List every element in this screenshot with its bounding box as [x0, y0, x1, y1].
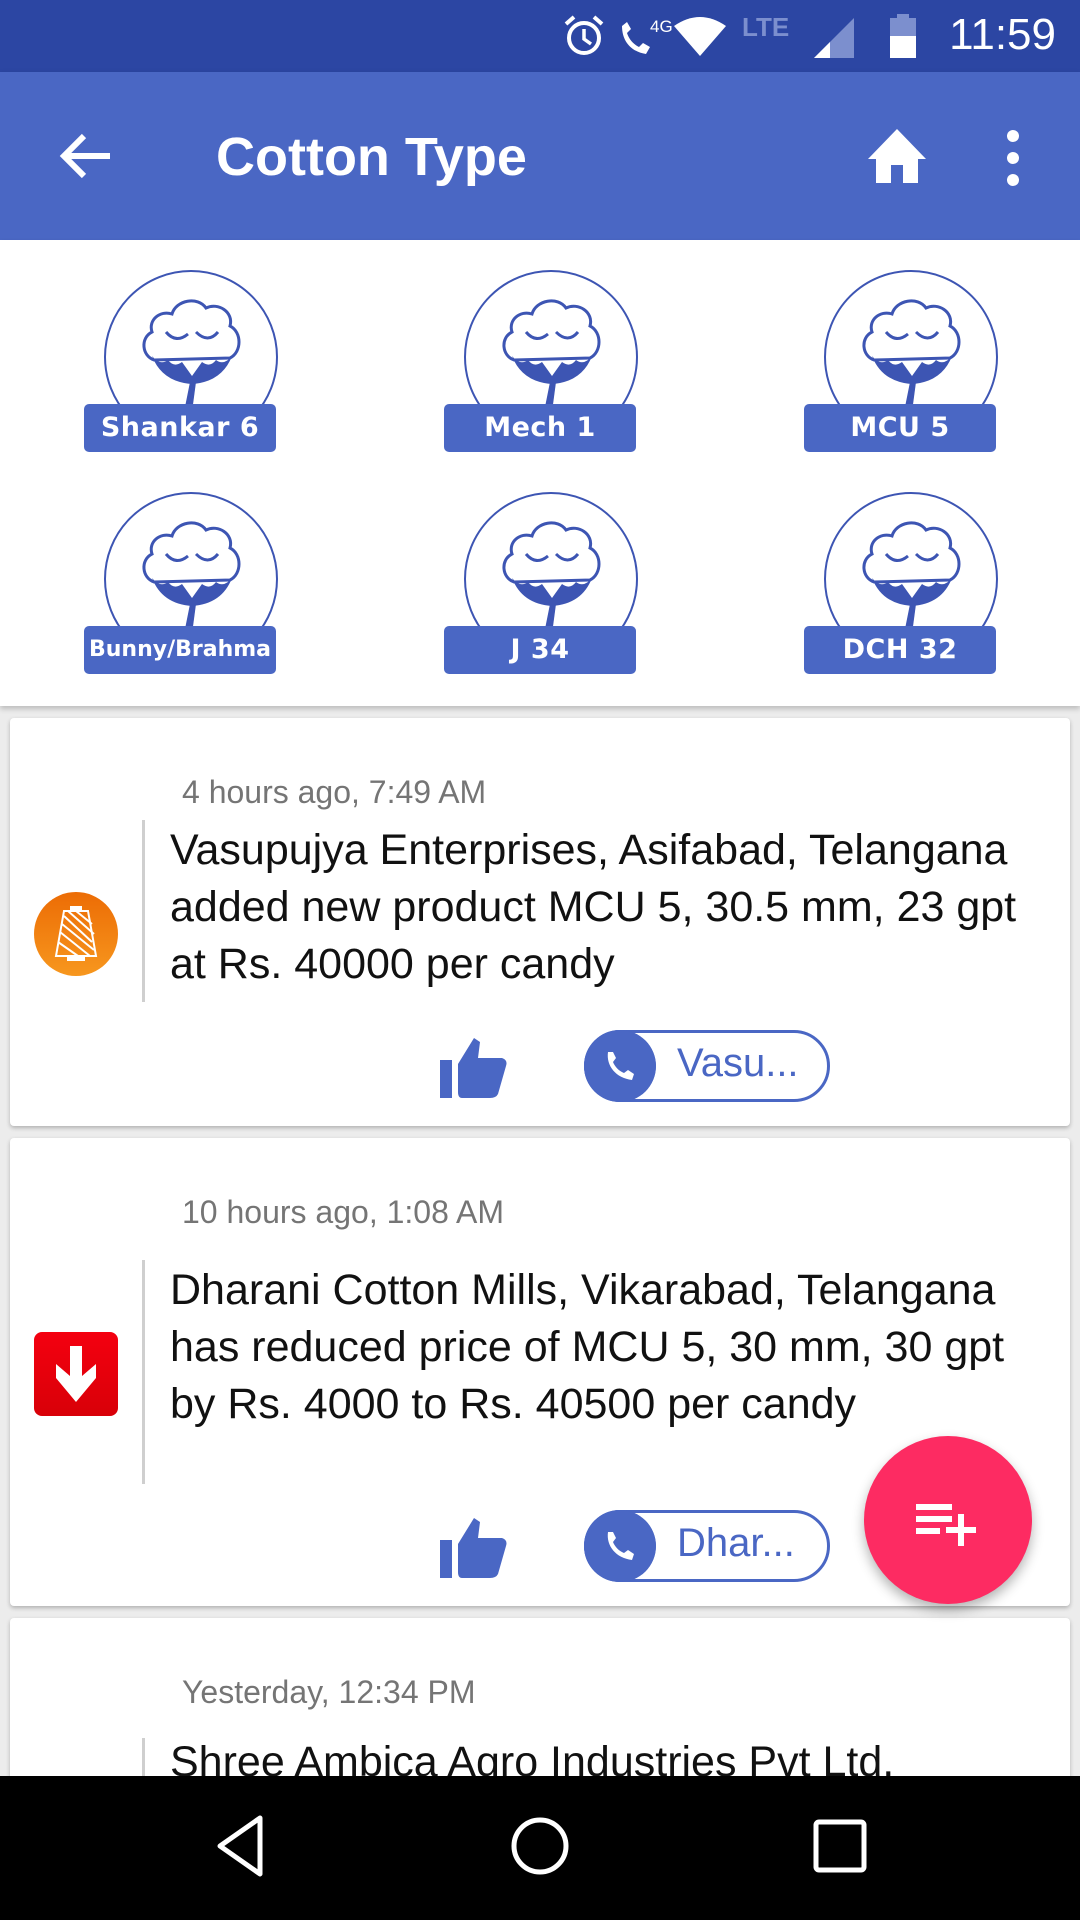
nav-recents-icon[interactable]	[810, 1814, 870, 1878]
feed-timestamp: 4 hours ago, 7:49 AM	[182, 774, 487, 810]
wifi-icon	[674, 17, 726, 56]
cotton-type-grid: Shankar 6 Mech 1 MCU 5 Bunny/Brahma J 34…	[0, 240, 1080, 706]
arrow-back-icon[interactable]	[54, 124, 118, 188]
yarn-cone-icon	[34, 892, 118, 976]
call-label: Vasu...	[677, 1041, 799, 1085]
feed-card: 4 hours ago, 7:49 AM Vasupujya Enterpris…	[10, 718, 1070, 1126]
cotton-type-mcu-5[interactable]: MCU 5	[804, 270, 1004, 460]
system-nav-bar	[0, 1776, 1080, 1920]
app-bar: Cotton Type	[0, 72, 1080, 240]
nav-back-icon[interactable]	[214, 1814, 270, 1878]
svg-text:4G: 4G	[650, 17, 672, 36]
more-vert-icon[interactable]	[998, 128, 1028, 188]
type-label: J 34	[444, 626, 636, 674]
phone-icon	[584, 1510, 656, 1582]
divider	[142, 820, 145, 1002]
cotton-boll-icon	[502, 299, 601, 414]
feed-timestamp: Yesterday, 12:34 PM	[182, 1674, 476, 1710]
alarm-icon	[564, 15, 604, 55]
feed-card: Yesterday, 12:34 PM Shree Ambica Agro In…	[10, 1618, 1070, 1776]
feed-message: Shree Ambica Agro Industries Pvt Ltd,	[170, 1738, 895, 1776]
status-time: 11:59	[949, 10, 1056, 59]
divider	[142, 1738, 145, 1776]
cotton-type-bunny-brahma[interactable]: Bunny/Brahma	[84, 492, 284, 682]
divider	[142, 1260, 145, 1484]
feed-timestamp: 10 hours ago, 1:08 AM	[182, 1194, 504, 1230]
nav-home-icon[interactable]	[508, 1814, 572, 1878]
call-seller-button[interactable]: Vasu...	[584, 1030, 830, 1102]
call-label: Dhar...	[677, 1521, 795, 1565]
cotton-boll-icon	[142, 299, 241, 414]
cotton-type-mech-1[interactable]: Mech 1	[444, 270, 644, 460]
playlist-add-icon	[916, 1504, 976, 1546]
cotton-boll-icon	[862, 299, 961, 414]
lte-label: LTE	[742, 12, 790, 42]
cotton-boll-icon	[862, 521, 961, 636]
volte-call-icon: 4G	[622, 17, 672, 54]
add-post-fab[interactable]	[864, 1436, 1032, 1604]
phone-icon	[584, 1030, 656, 1102]
page-title: Cotton Type	[216, 127, 527, 187]
thumbs-up-icon[interactable]	[438, 1514, 508, 1578]
type-label: Mech 1	[444, 404, 636, 452]
activity-feed: 4 hours ago, 7:49 AM Vasupujya Enterpris…	[0, 706, 1080, 1776]
signal-icon	[814, 18, 854, 58]
type-label: Bunny/Brahma	[84, 626, 276, 674]
type-label: Shankar 6	[84, 404, 276, 452]
call-seller-button[interactable]: Dhar...	[584, 1510, 830, 1582]
status-bar: 4G LTE 11:59	[0, 0, 1080, 72]
battery-icon	[890, 14, 916, 58]
home-icon[interactable]	[866, 127, 928, 185]
type-label: DCH 32	[804, 626, 996, 674]
thumbs-up-icon[interactable]	[438, 1034, 508, 1098]
type-label: MCU 5	[804, 404, 996, 452]
cotton-type-dch-32[interactable]: DCH 32	[804, 492, 1004, 682]
feed-message: Dharani Cotton Mills, Vikarabad, Telanga…	[170, 1266, 1005, 1428]
cotton-boll-icon	[142, 521, 241, 636]
cotton-type-shankar-6[interactable]: Shankar 6	[84, 270, 284, 460]
price-down-icon	[34, 1332, 118, 1416]
cotton-type-j-34[interactable]: J 34	[444, 492, 644, 682]
cotton-boll-icon	[502, 521, 601, 636]
feed-message: Vasupujya Enterprises, Asifabad, Telanga…	[170, 826, 1017, 988]
